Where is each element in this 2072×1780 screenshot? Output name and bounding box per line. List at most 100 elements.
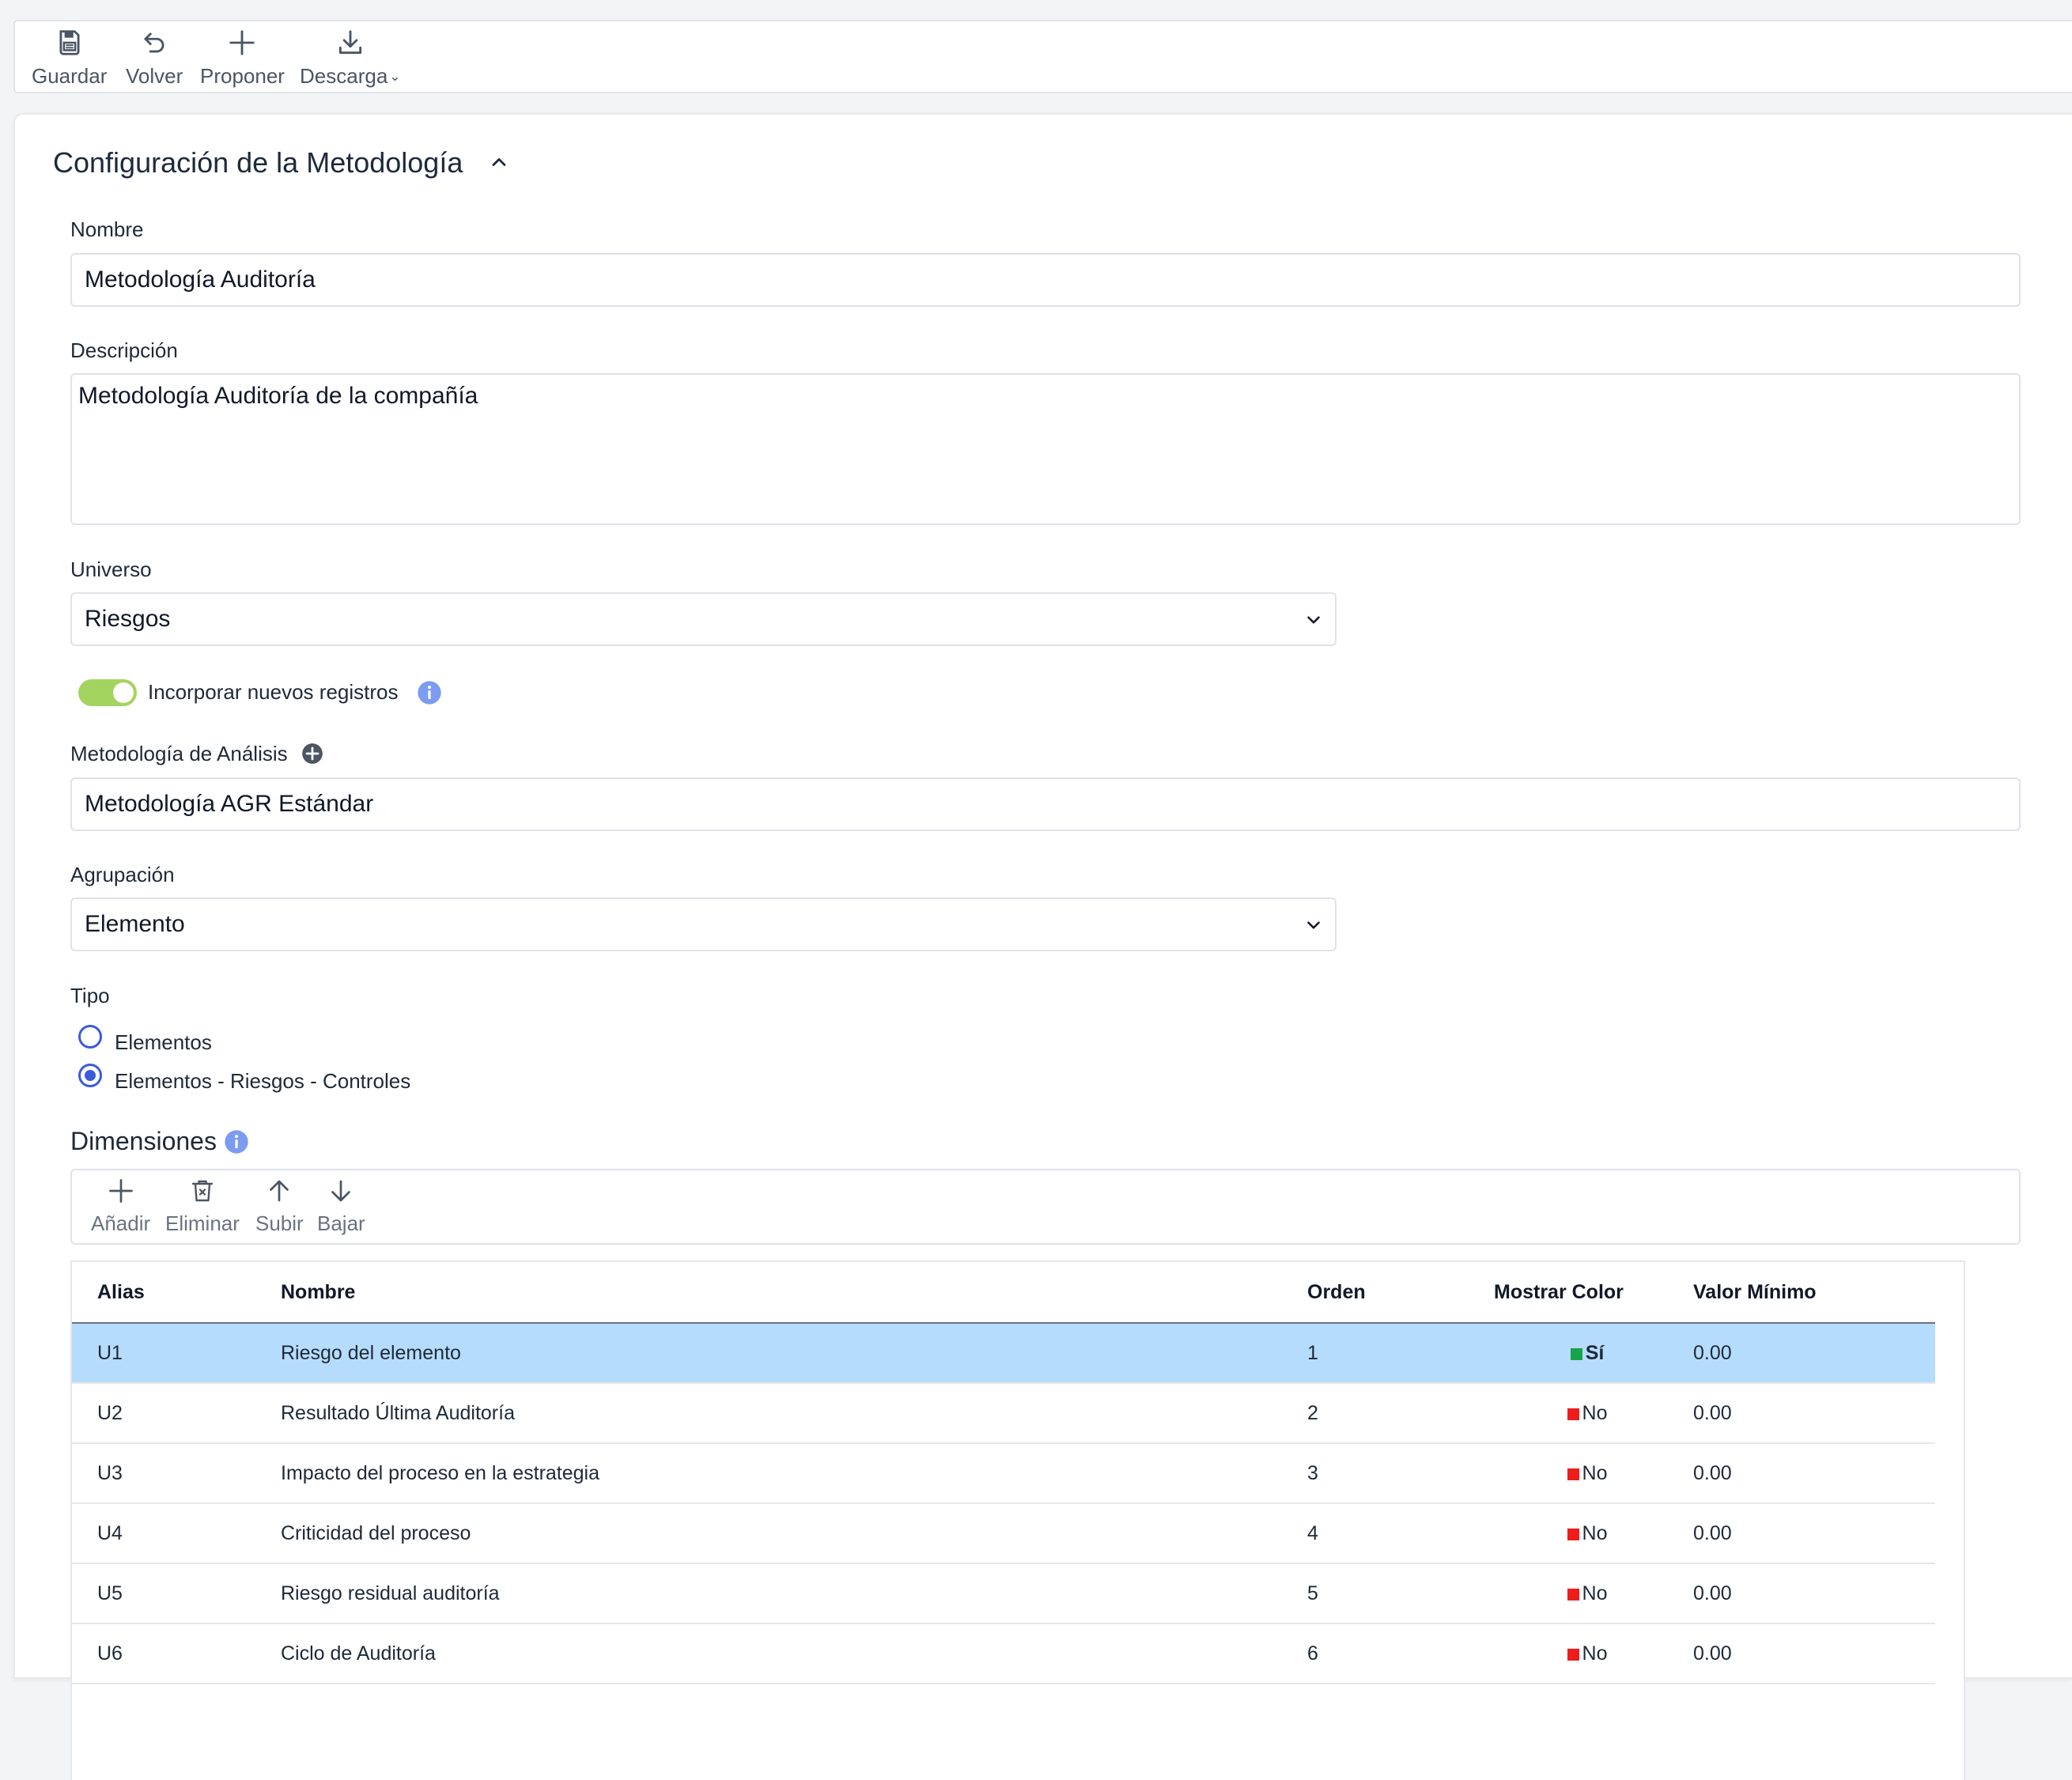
- description-label: Descripción: [70, 338, 178, 362]
- universe-label: Universo: [70, 557, 152, 581]
- chevron-down-icon: [1307, 616, 1320, 624]
- cell-show-color: No: [1494, 1563, 1681, 1624]
- arrow-up-icon: [270, 1180, 289, 1202]
- table-row[interactable]: U4 Criticidad del proceso 4 No 0.00: [72, 1503, 1935, 1564]
- methodology-panel: Configuración de la Metodología Nombre M…: [13, 113, 2072, 1780]
- cell-order: 2: [1307, 1383, 1494, 1444]
- cell-name: Criticidad del proceso: [281, 1503, 1307, 1564]
- download-icon: [338, 30, 361, 55]
- cell-alias: U2: [72, 1383, 281, 1444]
- cell-order: 3: [1307, 1443, 1494, 1504]
- description-textarea[interactable]: Metodología Auditoría de la compañía: [70, 373, 2021, 525]
- type-label: Tipo: [70, 984, 110, 1007]
- show-color-value: No: [1582, 1401, 1608, 1424]
- download-button[interactable]: Descarga ⌄: [300, 28, 401, 89]
- radio-elements-label: Elementos: [115, 1030, 212, 1054]
- cell-name: Riesgo del elemento: [281, 1323, 1307, 1384]
- cell-show-color: No: [1494, 1383, 1681, 1444]
- column-header-alias[interactable]: Alias: [72, 1262, 281, 1324]
- color-swatch: [1567, 1408, 1579, 1420]
- chevron-down-icon: [1307, 921, 1320, 929]
- column-header-show-color[interactable]: Mostrar Color: [1494, 1262, 1681, 1324]
- save-label: Guardar: [32, 64, 108, 88]
- cell-name: Resultado Última Auditoría: [281, 1383, 1307, 1444]
- delete-button[interactable]: Eliminar: [165, 1177, 240, 1236]
- radio-elements[interactable]: [78, 1024, 102, 1049]
- cell-show-color: No: [1494, 1623, 1681, 1684]
- cell-min-value: 0.00: [1681, 1623, 1935, 1684]
- color-swatch: [1567, 1588, 1579, 1600]
- plus-circle-icon[interactable]: [301, 743, 323, 765]
- table-row[interactable]: U6 Ciclo de Auditoría 6 No 0.00: [72, 1623, 1935, 1684]
- move-down-label: Bajar: [317, 1211, 365, 1235]
- delete-label: Eliminar: [165, 1211, 240, 1235]
- dimensions-table: Alias Nombre Orden Mostrar Color Valor M…: [70, 1260, 1965, 1780]
- info-icon[interactable]: [224, 1129, 249, 1155]
- cell-name: Ciclo de Auditoría: [281, 1623, 1307, 1684]
- table-row[interactable]: U2 Resultado Última Auditoría 2 No 0.00: [72, 1383, 1935, 1444]
- download-label: Descarga: [300, 64, 388, 88]
- top-toolbar: Guardar Volver Proponer Descarga ⌄: [13, 20, 2072, 93]
- type-option-elements[interactable]: Elementos: [78, 1024, 212, 1054]
- column-header-order[interactable]: Orden: [1307, 1262, 1494, 1324]
- plus-icon: [108, 1179, 133, 1203]
- incorporate-label: Incorporar nuevos registros: [148, 680, 399, 704]
- dimensions-toolbar: Añadir Eliminar Subir Bajar: [70, 1169, 2021, 1245]
- toggle-knob: [113, 682, 134, 703]
- cell-alias: U5: [72, 1563, 281, 1624]
- table-row[interactable]: U1 Riesgo del elemento 1 Sí 0.00: [72, 1323, 1935, 1384]
- color-swatch: [1570, 1347, 1582, 1360]
- grouping-select[interactable]: Elemento: [70, 898, 1337, 951]
- show-color-value: Sí: [1585, 1341, 1605, 1364]
- cell-name: Riesgo residual auditoría: [281, 1563, 1307, 1624]
- column-header-name[interactable]: Nombre: [281, 1262, 1307, 1324]
- back-button[interactable]: Volver: [126, 28, 183, 89]
- radio-elements-risks-controls[interactable]: [78, 1063, 102, 1087]
- grouping-label: Agrupación: [70, 863, 175, 886]
- show-color-value: No: [1582, 1521, 1608, 1544]
- chevron-up-icon[interactable]: [488, 151, 510, 173]
- save-icon: [59, 30, 80, 55]
- table-row[interactable]: U5 Riesgo residual auditoría 5 No 0.00: [72, 1563, 1935, 1624]
- type-option-elements-risks-controls[interactable]: Elementos - Riesgos - Controles: [78, 1063, 410, 1093]
- incorporate-toggle[interactable]: [78, 679, 137, 706]
- cell-name: Impacto del proceso en la estrategia: [281, 1443, 1307, 1504]
- cell-alias: U3: [72, 1443, 281, 1504]
- move-up-button[interactable]: Subir: [255, 1177, 304, 1236]
- universe-select[interactable]: Riesgos: [70, 592, 1337, 646]
- analysis-input[interactable]: Metodología AGR Estándar: [70, 777, 2021, 831]
- cell-order: 5: [1307, 1563, 1494, 1624]
- color-swatch: [1567, 1468, 1579, 1480]
- move-down-button[interactable]: Bajar: [317, 1177, 365, 1236]
- name-input[interactable]: Metodología Auditoría: [70, 253, 2021, 307]
- table-row[interactable]: U3 Impacto del proceso en la estrategia 3 N…: [72, 1443, 1935, 1504]
- undo-icon: [144, 32, 164, 53]
- name-label: Nombre: [70, 217, 144, 241]
- universe-value: Riesgos: [85, 606, 171, 632]
- cell-alias: U1: [72, 1323, 281, 1384]
- color-swatch: [1567, 1648, 1579, 1661]
- info-icon[interactable]: [417, 680, 442, 705]
- color-swatch: [1567, 1528, 1579, 1540]
- cell-alias: U4: [72, 1503, 281, 1564]
- save-button[interactable]: Guardar: [32, 28, 107, 89]
- cell-order: 4: [1307, 1503, 1494, 1564]
- add-button[interactable]: Añadir: [91, 1177, 150, 1236]
- grouping-value: Elemento: [85, 911, 185, 937]
- propose-label: Proponer: [200, 64, 285, 88]
- arrow-down-icon: [331, 1180, 351, 1202]
- plus-icon: [229, 30, 255, 55]
- cell-min-value: 0.00: [1681, 1323, 1935, 1384]
- cell-min-value: 0.00: [1681, 1383, 1935, 1444]
- cell-min-value: 0.00: [1681, 1563, 1935, 1624]
- trash-icon: [191, 1180, 214, 1202]
- column-header-min-value[interactable]: Valor Mínimo: [1681, 1262, 1935, 1324]
- panel-title: Configuración de la Metodología: [53, 146, 463, 179]
- cell-show-color: Sí: [1494, 1323, 1681, 1384]
- cell-alias: U6: [72, 1623, 281, 1684]
- cell-show-color: No: [1494, 1503, 1681, 1564]
- analysis-label: Metodología de Análisis: [70, 742, 288, 765]
- propose-button[interactable]: Proponer: [200, 28, 285, 89]
- dimensions-title: Dimensiones: [70, 1127, 217, 1155]
- table-header: Alias Nombre Orden Mostrar Color Valor M…: [72, 1262, 1935, 1324]
